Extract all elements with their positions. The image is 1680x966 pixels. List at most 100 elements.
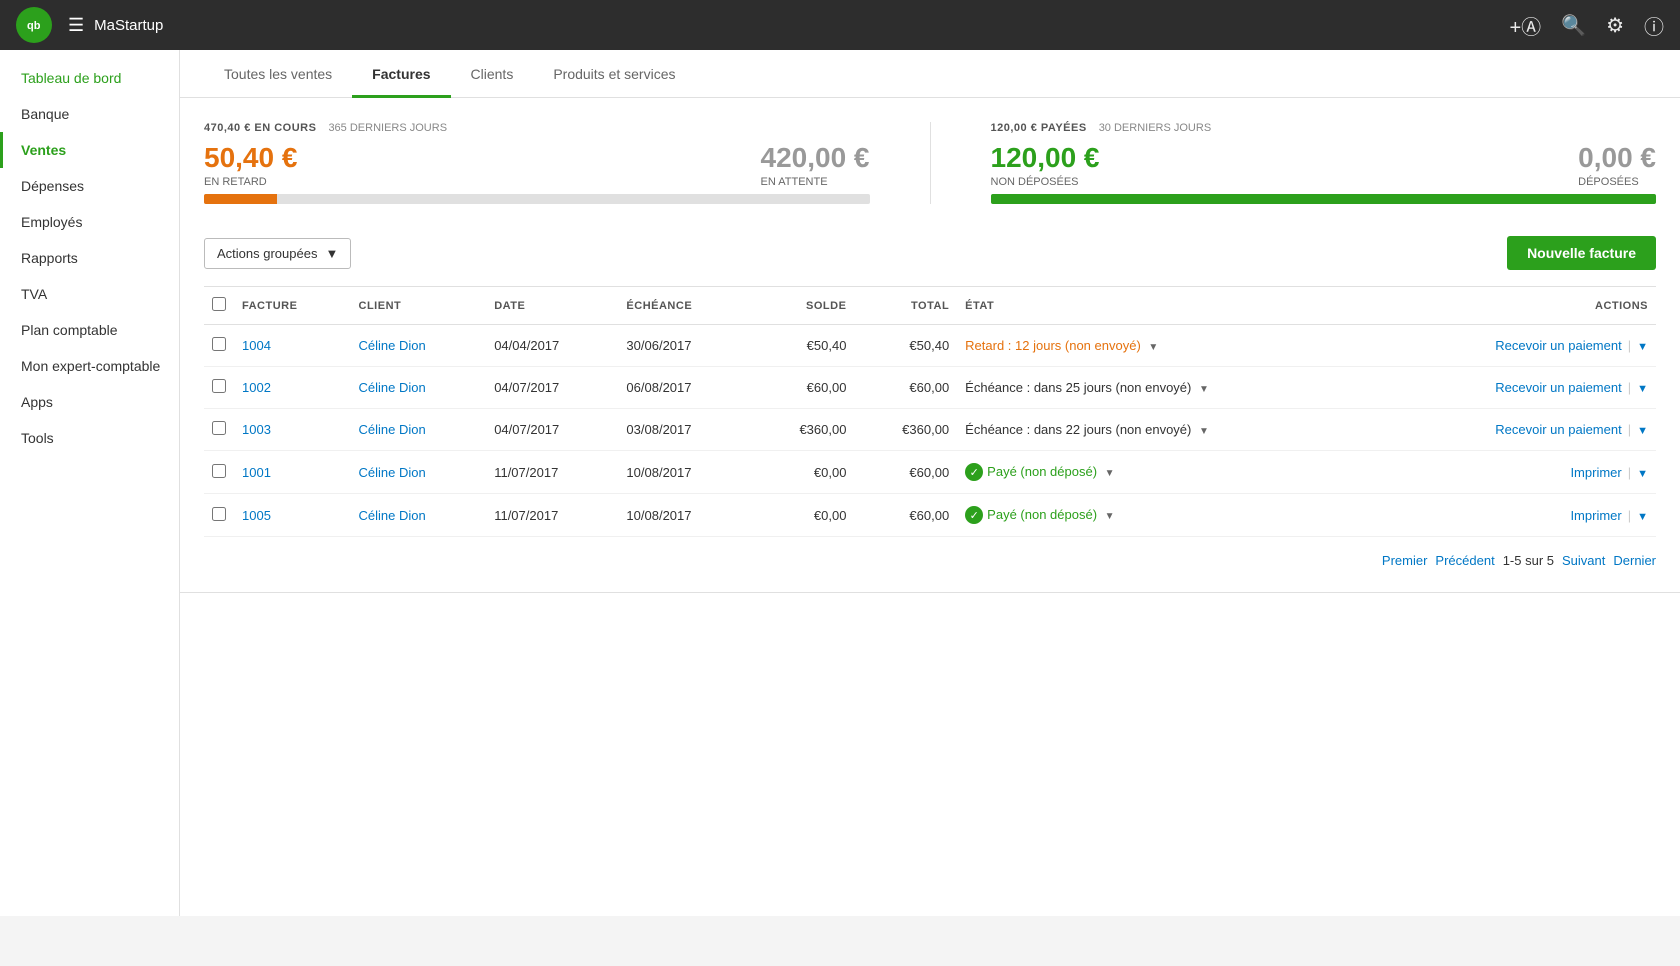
header-actions: +Ⓐ 🔍 ⚙ ⓘ <box>1509 11 1664 40</box>
row-actions[interactable]: Imprimer|▼ <box>1381 451 1656 494</box>
row-facture[interactable]: 1003 <box>234 409 351 451</box>
select-all-checkbox[interactable] <box>212 297 226 311</box>
row-checkbox-cell[interactable] <box>204 367 234 409</box>
sidebar-item-tva[interactable]: TVA <box>0 276 179 312</box>
row-client[interactable]: Céline Dion <box>351 325 487 367</box>
sidebar-item-mon-expert-comptable[interactable]: Mon expert-comptable <box>0 348 179 384</box>
add-icon[interactable]: +Ⓐ <box>1509 11 1541 40</box>
select-all-header[interactable] <box>204 287 234 325</box>
row-etat[interactable]: Échéance : dans 25 jours (non envoyé) ▼ <box>957 367 1381 409</box>
action-recevoir-paiement[interactable]: Recevoir un paiement <box>1495 422 1621 437</box>
status-badge[interactable]: Retard : 12 jours (non envoyé) ▼ <box>965 338 1158 353</box>
quickbooks-logo: qb <box>16 7 52 43</box>
sidebar-item-tableau-de-bord[interactable]: Tableau de bord <box>0 60 179 96</box>
client-link[interactable]: Céline Dion <box>359 508 426 523</box>
row-checkbox-cell[interactable] <box>204 494 234 537</box>
row-checkbox[interactable] <box>212 337 226 351</box>
table-row: 1001 Céline Dion 11/07/2017 10/08/2017 €… <box>204 451 1656 494</box>
sidebar-item-plan-comptable[interactable]: Plan comptable <box>0 312 179 348</box>
row-checkbox-cell[interactable] <box>204 409 234 451</box>
search-icon[interactable]: 🔍 <box>1561 13 1586 38</box>
facture-link[interactable]: 1002 <box>242 380 271 395</box>
status-badge[interactable]: Échéance : dans 22 jours (non envoyé) ▼ <box>965 422 1209 437</box>
pagination-first[interactable]: Premier <box>1382 553 1428 568</box>
client-link[interactable]: Céline Dion <box>359 465 426 480</box>
row-checkbox[interactable] <box>212 421 226 435</box>
tab-toutes-les-ventes[interactable]: Toutes les ventes <box>204 50 352 98</box>
row-date: 04/07/2017 <box>486 409 618 451</box>
row-facture[interactable]: 1002 <box>234 367 351 409</box>
row-client[interactable]: Céline Dion <box>351 367 487 409</box>
invoices-table-container: FACTURE CLIENT DATE ÉCHÉANCE SOLDE TOTAL… <box>180 286 1680 537</box>
help-icon[interactable]: ⓘ <box>1644 11 1664 40</box>
row-actions[interactable]: Recevoir un paiement|▼ <box>1381 325 1656 367</box>
action-imprimer[interactable]: Imprimer <box>1570 508 1621 523</box>
sidebar-item-ventes[interactable]: Ventes <box>0 132 179 168</box>
col-client: CLIENT <box>351 287 487 325</box>
overdue-block: 50,40 € EN RETARD <box>204 142 297 188</box>
dropdown-arrow-icon: ▼ <box>325 246 338 261</box>
tab-produits-et-services[interactable]: Produits et services <box>533 50 695 98</box>
actions-groupees-button[interactable]: Actions groupées ▼ <box>204 238 351 269</box>
row-facture[interactable]: 1005 <box>234 494 351 537</box>
pagination-last[interactable]: Dernier <box>1613 553 1656 568</box>
tab-clients[interactable]: Clients <box>451 50 534 98</box>
row-client[interactable]: Céline Dion <box>351 451 487 494</box>
facture-link[interactable]: 1003 <box>242 422 271 437</box>
action-dropdown-arrow[interactable]: ▼ <box>1637 468 1648 480</box>
sidebar-item-apps[interactable]: Apps <box>0 384 179 420</box>
sidebar-item-banque[interactable]: Banque <box>0 96 179 132</box>
pending-value: 420,00 € <box>761 142 870 174</box>
overdue-value: 50,40 € <box>204 142 297 174</box>
row-actions[interactable]: Imprimer|▼ <box>1381 494 1656 537</box>
row-client[interactable]: Céline Dion <box>351 494 487 537</box>
status-badge[interactable]: Échéance : dans 25 jours (non envoyé) ▼ <box>965 380 1209 395</box>
row-etat[interactable]: Échéance : dans 22 jours (non envoyé) ▼ <box>957 409 1381 451</box>
status-badge[interactable]: ✓Payé (non déposé) ▼ <box>965 464 1114 479</box>
tab-factures[interactable]: Factures <box>352 50 450 98</box>
status-badge[interactable]: ✓Payé (non déposé) ▼ <box>965 507 1114 522</box>
facture-link[interactable]: 1005 <box>242 508 271 523</box>
sidebar: Tableau de bord Banque Ventes Dépenses E… <box>0 50 180 916</box>
action-dropdown-arrow[interactable]: ▼ <box>1637 425 1648 437</box>
row-facture[interactable]: 1001 <box>234 451 351 494</box>
facture-link[interactable]: 1004 <box>242 338 271 353</box>
hamburger-menu[interactable]: ☰ <box>68 15 84 36</box>
action-dropdown-arrow[interactable]: ▼ <box>1637 511 1648 523</box>
action-recevoir-paiement[interactable]: Recevoir un paiement <box>1495 380 1621 395</box>
row-checkbox[interactable] <box>212 464 226 478</box>
pagination-next[interactable]: Suivant <box>1562 553 1605 568</box>
sidebar-item-tools[interactable]: Tools <box>0 420 179 456</box>
client-link[interactable]: Céline Dion <box>359 380 426 395</box>
sidebar-item-depenses[interactable]: Dépenses <box>0 168 179 204</box>
facture-link[interactable]: 1001 <box>242 465 271 480</box>
action-dropdown-arrow[interactable]: ▼ <box>1637 341 1648 353</box>
col-solde: SOLDE <box>752 287 855 325</box>
row-etat[interactable]: Retard : 12 jours (non envoyé) ▼ <box>957 325 1381 367</box>
row-date: 04/07/2017 <box>486 367 618 409</box>
bottom-border <box>180 592 1680 593</box>
pagination-prev[interactable]: Précédent <box>1435 553 1494 568</box>
nouvelle-facture-button[interactable]: Nouvelle facture <box>1507 236 1656 270</box>
pagination-range: 1-5 sur 5 <box>1503 553 1554 568</box>
row-checkbox-cell[interactable] <box>204 325 234 367</box>
row-etat[interactable]: ✓Payé (non déposé) ▼ <box>957 494 1381 537</box>
client-link[interactable]: Céline Dion <box>359 338 426 353</box>
row-total: €50,40 <box>854 325 957 367</box>
row-client[interactable]: Céline Dion <box>351 409 487 451</box>
sidebar-item-rapports[interactable]: Rapports <box>0 240 179 276</box>
row-facture[interactable]: 1004 <box>234 325 351 367</box>
row-checkbox[interactable] <box>212 379 226 393</box>
row-checkbox[interactable] <box>212 507 226 521</box>
row-total: €60,00 <box>854 451 957 494</box>
action-imprimer[interactable]: Imprimer <box>1570 465 1621 480</box>
action-dropdown-arrow[interactable]: ▼ <box>1637 383 1648 395</box>
client-link[interactable]: Céline Dion <box>359 422 426 437</box>
row-checkbox-cell[interactable] <box>204 451 234 494</box>
sidebar-item-employes[interactable]: Employés <box>0 204 179 240</box>
row-etat[interactable]: ✓Payé (non déposé) ▼ <box>957 451 1381 494</box>
action-recevoir-paiement[interactable]: Recevoir un paiement <box>1495 338 1621 353</box>
settings-icon[interactable]: ⚙ <box>1606 13 1624 38</box>
row-actions[interactable]: Recevoir un paiement|▼ <box>1381 367 1656 409</box>
row-actions[interactable]: Recevoir un paiement|▼ <box>1381 409 1656 451</box>
